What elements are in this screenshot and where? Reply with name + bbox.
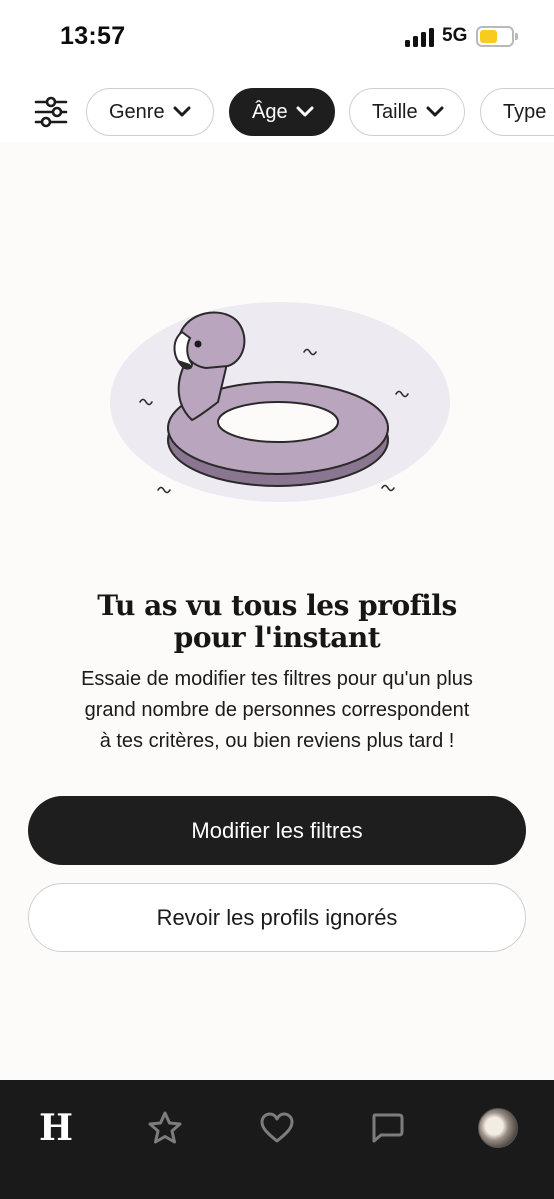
filter-chip-type[interactable]: Type: [480, 88, 554, 136]
screen: 13:57 5G Genre Âge Taille Type Tu as vu …: [0, 0, 554, 1199]
chip-label: Taille: [372, 100, 418, 123]
modify-filters-button[interactable]: Modifier les filtres: [28, 796, 526, 865]
chevron-down-icon: [296, 106, 314, 117]
chip-label: Âge: [252, 100, 288, 123]
filter-chip-age[interactable]: Âge: [229, 88, 335, 136]
description-line-2: grand nombre de personnes correspondent: [84, 699, 470, 721]
hinge-logo-icon: H: [38, 1107, 73, 1149]
chevron-down-icon: [426, 106, 444, 117]
status-bar: 13:57 5G: [0, 0, 554, 80]
signal-icon: [405, 27, 435, 47]
chip-label: Genre: [109, 100, 165, 123]
heart-icon: [260, 1112, 294, 1143]
status-time: 13:57: [60, 22, 126, 50]
chip-label: Type: [503, 100, 547, 123]
chevron-down-icon: [173, 106, 191, 117]
nav-home[interactable]: H: [24, 1098, 84, 1158]
nav-messages[interactable]: [357, 1098, 417, 1158]
filter-chip-taille[interactable]: Taille: [349, 88, 465, 136]
nav-profile[interactable]: [468, 1098, 528, 1158]
bottom-navigation: H: [0, 1080, 554, 1199]
star-icon: [148, 1111, 182, 1144]
filter-chip-genre[interactable]: Genre: [86, 88, 214, 136]
description-line-1: Essaie de modifier tes filtres pour qu'u…: [81, 668, 473, 690]
sliders-icon[interactable]: [34, 96, 68, 128]
filter-bar: Genre Âge Taille Type: [0, 80, 554, 142]
flamingo-float-illustration: [110, 302, 450, 502]
title-line-1: Tu as vu tous les profils: [97, 589, 457, 622]
review-skipped-profiles-button[interactable]: Revoir les profils ignorés: [28, 883, 526, 952]
battery-icon: [476, 26, 518, 47]
description-line-3: à tes critères, ou bien reviens plus tar…: [99, 730, 455, 752]
profile-avatar: [478, 1108, 518, 1148]
chat-icon: [372, 1113, 404, 1143]
nav-likes[interactable]: [247, 1098, 307, 1158]
network-label: 5G: [442, 25, 468, 46]
empty-state-description: Essaie de modifier tes filtres pour qu'u…: [40, 664, 514, 757]
empty-state-title: Tu as vu tous les profils pour l'instant: [40, 590, 514, 654]
title-line-2: pour l'instant: [173, 621, 381, 654]
nav-standouts[interactable]: [135, 1098, 195, 1158]
battery-fill: [480, 30, 497, 43]
